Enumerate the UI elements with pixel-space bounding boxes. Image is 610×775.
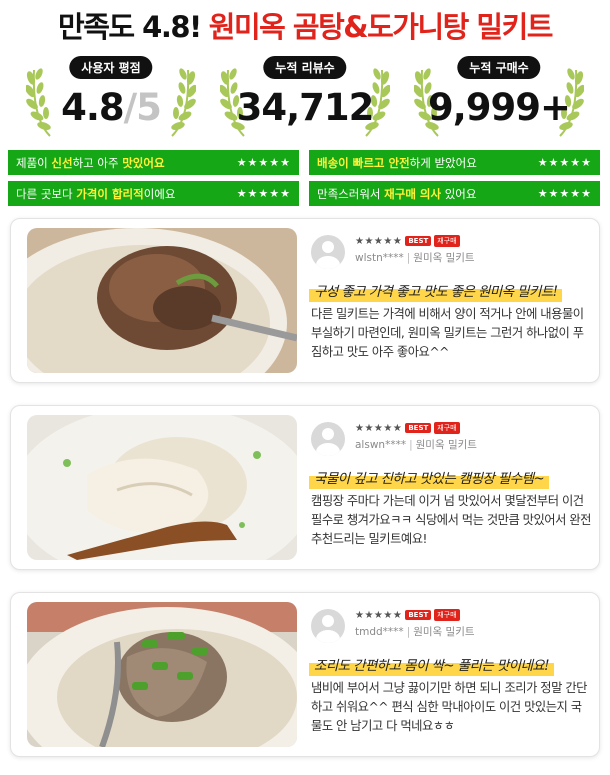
review-headline: 구성 좋고 가격 좋고 맛도 좋은 원미옥 밀키트! <box>309 278 563 302</box>
avatar <box>311 422 345 456</box>
best-badge: BEST <box>405 236 432 246</box>
review-rating: ★★★★★ BEST 재구매 <box>355 235 460 247</box>
stars-icon: ★★★★★ <box>537 187 592 200</box>
review-body: 캠핑장 주마다 가는데 이거 넘 맛있어서 몇달전부터 이건 필수로 챙겨가요ㅋ… <box>311 494 591 546</box>
stat-reviews: 누적 리뷰수 34,712 <box>220 56 390 144</box>
stars-icon: ★★★★★ <box>355 235 403 247</box>
repurchase-badge: 재구매 <box>434 422 460 434</box>
review-rating: ★★★★★ BEST 재구매 <box>355 609 460 621</box>
repurchase-badge: 재구매 <box>434 235 460 247</box>
review-body: 다른 밀키트는 가격에 비해서 양이 적거나 안에 내용물이 부실하기 마련인데… <box>311 307 584 359</box>
page-title: 만족도 4.8! 원미옥 곰탕&도가니탕 밀키트 <box>0 0 610 50</box>
avatar <box>311 609 345 643</box>
highlight-bars: 제품이 신선하고 아주 맛있어요 ★★★★★ 배송이 빠르고 안전하게 받았어요… <box>8 150 600 208</box>
highlight-bar: 제품이 신선하고 아주 맛있어요 ★★★★★ <box>8 150 299 175</box>
title-rating: 만족도 4.8! <box>58 10 202 44</box>
highlight-bar: 다른 곳보다 가격이 합리적이에요 ★★★★★ <box>8 181 299 206</box>
repurchase-badge: 재구매 <box>434 609 460 621</box>
review-headline: 조리도 간편하고 몸이 싹~ 풀리는 맛이네요! <box>309 652 554 676</box>
stars-icon: ★★★★★ <box>236 187 291 200</box>
review-body: 냄비에 부어서 그냥 끓이기만 하면 되니 조리가 정말 간단하고 쉬워요^^ … <box>311 681 587 733</box>
review-photo-dogani-tang <box>27 602 297 747</box>
stat-value: 9,999+ <box>427 86 571 129</box>
highlight-bar: 배송이 빠르고 안전하게 받았어요 ★★★★★ <box>309 150 600 175</box>
stats-section: 사용자 평점 4.8/5 누적 리뷰수 34,712 누적 구매수 9,999+ <box>0 50 610 148</box>
stat-purchases: 누적 구매수 9,999+ <box>414 56 584 144</box>
stat-value: 34,712 <box>236 86 375 129</box>
review-card: ★★★★★ BEST 재구매 alswn**** | 원미옥 밀키트 국물이 깊고 … <box>10 405 600 570</box>
stars-icon: ★★★★★ <box>236 156 291 169</box>
stat-rating: 사용자 평점 4.8/5 <box>26 56 196 144</box>
stars-icon: ★★★★★ <box>355 609 403 621</box>
best-badge: BEST <box>405 423 432 433</box>
highlight-bar: 만족스러워서 재구매 의사 있어요 ★★★★★ <box>309 181 600 206</box>
review-headline: 국물이 깊고 진하고 맛있는 캠핑장 필수템~ <box>309 465 550 489</box>
best-badge: BEST <box>405 610 432 620</box>
review-user: tmdd**** | 원미옥 밀키트 <box>355 626 475 638</box>
avatar <box>311 235 345 269</box>
title-product: 원미옥 곰탕&도가니탕 밀키트 <box>208 10 554 44</box>
review-photo-dumpling <box>27 415 297 560</box>
stat-value: 4.8/5 <box>61 86 162 129</box>
review-card: ★★★★★ BEST 재구매 tmdd**** | 원미옥 밀키트 조리도 간편하고… <box>10 592 600 757</box>
review-card: ★★★★★ BEST 재구매 wlstn**** | 원미옥 밀키트 구성 좋고 가… <box>10 218 600 383</box>
review-user: wlstn**** | 원미옥 밀키트 <box>355 252 475 264</box>
stars-icon: ★★★★★ <box>537 156 592 169</box>
stat-label: 누적 구매수 <box>457 56 541 79</box>
stars-icon: ★★★★★ <box>355 422 403 434</box>
review-photo-gomtang <box>27 228 297 373</box>
stat-label: 누적 리뷰수 <box>263 56 347 79</box>
review-user: alswn**** | 원미옥 밀키트 <box>355 439 477 451</box>
stat-label: 사용자 평점 <box>69 56 153 79</box>
review-rating: ★★★★★ BEST 재구매 <box>355 422 460 434</box>
page: 만족도 4.8! 원미옥 곰탕&도가니탕 밀키트 사용자 평점 4.8/5 누적… <box>0 0 610 775</box>
